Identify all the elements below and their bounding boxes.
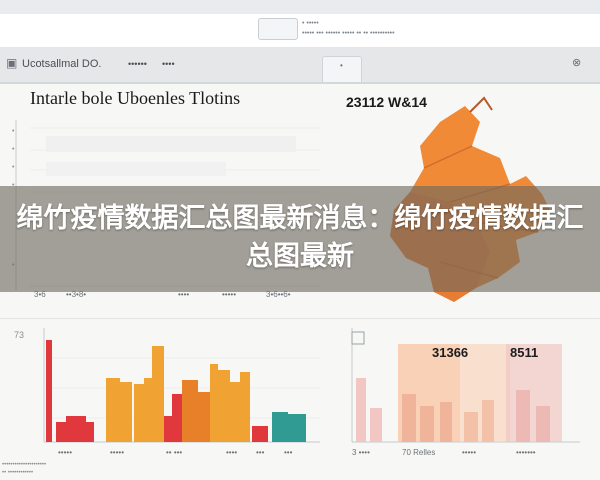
map-north-tip <box>469 96 493 113</box>
lower-x-label-3: •• ••• <box>166 448 183 457</box>
bar-20 <box>272 412 288 442</box>
bar-8 <box>134 384 144 442</box>
bar-6 <box>106 378 120 442</box>
axis-tick-3: • <box>12 164 15 171</box>
screenshot-stage: • ••••• ••••• ••• •••••• ••••• •• •• •••… <box>0 0 600 480</box>
tab-dot-icon: • <box>340 61 343 70</box>
lower-right-x-label-3: ••••• <box>462 448 477 457</box>
bar-13 <box>182 380 198 442</box>
axis-tick-1: • <box>12 128 15 135</box>
bar-15 <box>210 364 218 442</box>
lower-x-label-2: ••••• <box>110 448 125 457</box>
bar-21 <box>288 414 306 442</box>
lower-right-x-label-2: 70 Relles <box>402 448 436 457</box>
bar-2 <box>66 416 76 442</box>
toolbar-item-2[interactable]: •••• <box>162 59 175 69</box>
app-label: Ucotsallmal DO. <box>22 58 102 70</box>
bar-11 <box>164 416 172 442</box>
bar-10 <box>152 346 164 442</box>
lower-x-label-5: ••• <box>256 448 265 457</box>
lower-x-label-1: ••••• <box>58 448 73 457</box>
bar-14 <box>198 392 210 442</box>
axis-tick-2: • <box>12 146 15 153</box>
bar-r6 <box>464 412 478 442</box>
bar-19 <box>252 426 268 442</box>
tab-bar: • ••••• ••••• ••• •••••• ••••• •• •• •••… <box>0 14 600 48</box>
bar-r5 <box>440 402 452 442</box>
bar-5 <box>46 340 52 442</box>
lower-axis-label: 73 <box>14 330 25 340</box>
headline-text: 绵竹疫情数据汇总图最新消息：绵竹疫情数据汇总图最新 <box>16 203 584 272</box>
bar-18 <box>240 372 250 442</box>
lower-x-label-6: ••• <box>284 448 293 457</box>
footer-line-2: •• •••••••••••• <box>2 470 34 476</box>
bar-r2 <box>370 408 382 442</box>
value-b: 8511 <box>510 345 539 360</box>
toolbar: ▣ Ucotsallmal DO. •••••• •••• • ⊗ <box>0 48 600 82</box>
lower-right-chart <box>351 328 580 443</box>
bar-r3 <box>402 394 416 442</box>
window-top-strip <box>0 0 600 14</box>
toolbar-divider <box>0 82 600 84</box>
bar-r8 <box>516 390 530 442</box>
browser-tab[interactable] <box>258 18 298 40</box>
lower-right-x-label-1: 3 •••• <box>352 448 370 457</box>
bar-r9 <box>536 406 550 442</box>
toolbar-item-1[interactable]: •••••• <box>128 59 147 69</box>
bar-9 <box>144 378 152 442</box>
panel-title: Intarle bole Uboenles Tlotins <box>30 88 241 108</box>
lower-left-chart <box>43 328 320 443</box>
footer-line-1: ••••••••••••••••••••• <box>2 462 47 468</box>
bar-12 <box>172 394 182 442</box>
bar-3 <box>76 416 86 442</box>
bar-r4 <box>420 406 434 442</box>
lower-right-x-label-4: ••••••• <box>516 448 536 457</box>
close-icon[interactable]: ⊗ <box>572 56 581 69</box>
lower-x-label-4: •••• <box>226 448 238 457</box>
bar-17 <box>230 382 240 442</box>
tab-meta-2: ••••• ••• •••••• ••••• •• •• •••••••••• <box>302 30 395 37</box>
bar-7 <box>120 382 132 442</box>
bar-4 <box>86 422 94 442</box>
bar-1 <box>56 422 66 442</box>
bar-16 <box>218 370 230 442</box>
tab-meta-1: • ••••• <box>302 20 319 27</box>
value-a: 31366 <box>432 345 469 360</box>
bar-r7 <box>482 400 494 442</box>
app-icon[interactable]: ▣ <box>6 56 17 70</box>
bar-r1 <box>356 378 366 442</box>
